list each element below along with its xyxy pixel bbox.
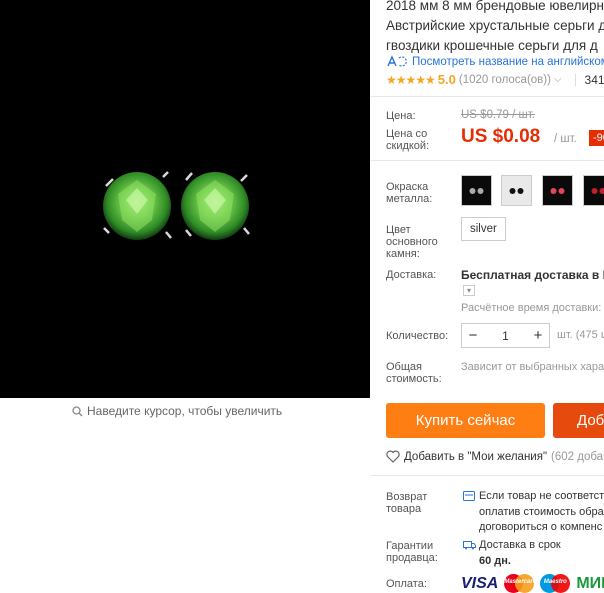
mir-logo: МИР — [576, 574, 604, 592]
chevron-down-icon[interactable]: ▾ — [463, 285, 475, 296]
returns-text: Если товар не соответст оплатив стоимост… — [479, 489, 604, 536]
metal-swatch-silver[interactable] — [501, 175, 532, 206]
returns-line: Если товар не соответст — [479, 490, 604, 502]
metal-swatch-dark[interactable] — [583, 175, 604, 206]
shipping-value: Бесплатная доставка в Rus — [461, 268, 604, 282]
earring-thumb-icon — [469, 188, 484, 194]
product-page: Наведите курсор, чтобы увеличить 2018 мм… — [0, 0, 604, 593]
translate-icon — [387, 55, 407, 67]
buy-now-button[interactable]: Купить сейчас — [386, 403, 545, 438]
discount-badge: -90% — [589, 130, 604, 146]
wishlist-text: Добавить в "Мои желания" — [404, 450, 548, 463]
add-to-wishlist-link[interactable]: Добавить в "Мои желания" (602 добавл — [386, 450, 604, 463]
payment-label: Оплата: — [386, 578, 427, 590]
payment-methods: VISA Mastercard Maestro МИР — [461, 574, 604, 593]
metal-swatch-red[interactable] — [542, 175, 573, 206]
total-value: Зависит от выбранных хара — [461, 361, 604, 373]
zoom-hint-text: Наведите курсор, чтобы увеличить — [87, 404, 283, 418]
orders-count: 341 — [584, 72, 604, 87]
quantity-input[interactable]: 1 — [484, 329, 527, 343]
returns-line: оплатив стоимость обра — [479, 505, 604, 518]
product-title: 2018 мм 8 мм брендовые ювелирн Австрийск… — [386, 0, 604, 56]
metal-swatch-black[interactable] — [461, 175, 492, 206]
product-title-line: 2018 мм 8 мм брендовые ювелирн — [386, 0, 604, 13]
rating-score: 5.0 — [437, 72, 456, 87]
translate-link-text: Посмотреть название на английском — [412, 55, 604, 68]
divider — [574, 73, 576, 86]
add-to-cart-button[interactable]: Доб — [553, 403, 604, 438]
earring-thumb-icon — [509, 188, 524, 194]
returns-label: Возврат товара — [386, 491, 428, 515]
mastercard-logo: Mastercard — [504, 574, 536, 593]
available-quantity: шт. (475 ш — [557, 329, 604, 341]
seller-guarantee-label: Гарантии продавца: — [386, 540, 438, 564]
stone-color-label: Цвет основного камня: — [386, 224, 438, 260]
heart-icon — [386, 450, 400, 463]
divider — [371, 475, 604, 476]
delivery-truck-icon — [463, 541, 476, 550]
earring-left — [103, 171, 172, 240]
earring-thumb-icon — [550, 188, 565, 194]
product-title-line: гвоздики крошечные серьги для д — [386, 38, 598, 53]
stone-option-silver[interactable]: silver — [461, 217, 506, 241]
increase-quantity-button[interactable]: + — [527, 324, 549, 347]
product-image-viewer[interactable] — [0, 0, 370, 398]
refund-icon — [463, 491, 475, 501]
visa-logo: VISA — [461, 574, 499, 592]
quantity-stepper: − 1 + — [461, 323, 550, 348]
delivery-guarantee-line: Доставка в срок — [479, 539, 561, 551]
delivery-guarantee-text: Доставка в срок 60 дн. — [479, 538, 561, 569]
current-price: US $0.08 — [461, 126, 541, 147]
quantity-label: Количество: — [386, 330, 449, 342]
total-label: Общая стоимость: — [386, 361, 442, 385]
metal-color-label: Окраска металла: — [386, 181, 433, 205]
price-unit: / шт. — [554, 133, 577, 145]
delivery-guarantee-days: 60 дн. — [479, 554, 511, 567]
decrease-quantity-button[interactable]: − — [462, 324, 484, 347]
returns-line: договориться о компенс — [479, 521, 603, 533]
translate-title-link[interactable]: Посмотреть название на английском — [386, 55, 604, 68]
earring-right — [181, 172, 250, 240]
delivery-estimate: Расчётное время доставки: — [461, 302, 602, 314]
maestro-logo: Maestro — [540, 574, 571, 593]
rating-votes: (1020 голоса(ов)) — [458, 73, 551, 86]
zoom-hint: Наведите курсор, чтобы увеличить — [72, 404, 282, 418]
magnifier-icon — [72, 405, 83, 416]
divider — [371, 160, 604, 161]
chevron-down-icon[interactable]: ⌵ — [554, 74, 562, 85]
product-info-panel: 2018 мм 8 мм брендовые ювелирн Австрийск… — [371, 0, 604, 593]
wishlist-count: (602 добавл — [551, 450, 604, 463]
price-label: Цена: — [386, 110, 416, 122]
product-title-line: Австрийские хрустальные серьги д — [386, 18, 604, 33]
rating-stars: ★★★★★ — [386, 72, 436, 87]
product-photo — [0, 0, 370, 398]
original-price: US $0.79 / шт. — [461, 109, 535, 121]
divider — [371, 96, 604, 97]
shipping-label: Доставка: — [386, 269, 437, 281]
rating-row[interactable]: ★★★★★ 5.0 (1020 голоса(ов)) ⌵ 341 — [386, 72, 604, 87]
discount-price-label: Цена со скидкой: — [386, 128, 430, 152]
earring-thumb-icon — [591, 188, 604, 194]
